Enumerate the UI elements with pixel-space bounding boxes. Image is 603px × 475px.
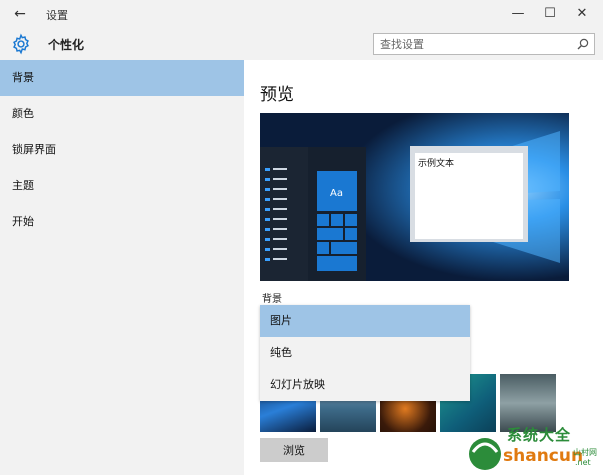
settings-header: 个性化 (0, 28, 603, 60)
sidebar-item-background[interactable]: 背景 (0, 60, 244, 96)
site-watermark-logo: 系统大全 shancun 山村网 .net (463, 418, 603, 475)
watermark-text: 系统大全 (507, 426, 572, 444)
sample-window-text: 示例文本 (418, 159, 455, 169)
watermark-subtext: shancun (503, 446, 584, 466)
background-label: 背景 (262, 294, 282, 305)
dropdown-option-picture[interactable]: 图片 (260, 305, 470, 337)
page-title: 个性化 (48, 38, 85, 52)
dropdown-option-solid-color[interactable]: 纯色 (260, 337, 470, 369)
close-button[interactable]: ✕ (569, 4, 595, 24)
main-content: 预览 Aa 示例文本 背景 图片 纯色 幻灯片放映 浏览 (244, 60, 603, 475)
tile-label: Aa (330, 188, 343, 199)
sidebar-item-start[interactable]: 开始 (0, 204, 244, 240)
back-arrow-icon[interactable]: ← (10, 5, 30, 23)
preview-wallpaper (260, 113, 569, 281)
watermark-tld: .net (575, 458, 591, 467)
search-icon[interactable] (576, 37, 590, 51)
search-input[interactable] (374, 34, 570, 54)
sidebar-item-colors[interactable]: 颜色 (0, 96, 244, 132)
preview-heading: 预览 (260, 85, 294, 105)
gear-icon (13, 33, 29, 55)
watermark-suffix: 山村网 (573, 448, 597, 457)
dropdown-option-slideshow[interactable]: 幻灯片放映 (260, 369, 470, 401)
sidebar: 背景 颜色 锁屏界面 主题 开始 (0, 60, 244, 475)
title-bar: ← 设置 — ☐ ✕ (0, 0, 603, 28)
background-type-dropdown[interactable]: 图片 纯色 幻灯片放映 (260, 305, 470, 401)
window-title: 设置 (46, 9, 68, 22)
search-box[interactable] (373, 33, 595, 55)
minimize-button[interactable]: — (505, 4, 531, 24)
maximize-button[interactable]: ☐ (537, 4, 563, 24)
sidebar-item-themes[interactable]: 主题 (0, 168, 244, 204)
sidebar-item-lock-screen[interactable]: 锁屏界面 (0, 132, 244, 168)
browse-button[interactable]: 浏览 (260, 438, 328, 462)
desktop-preview: Aa 示例文本 (260, 113, 569, 281)
